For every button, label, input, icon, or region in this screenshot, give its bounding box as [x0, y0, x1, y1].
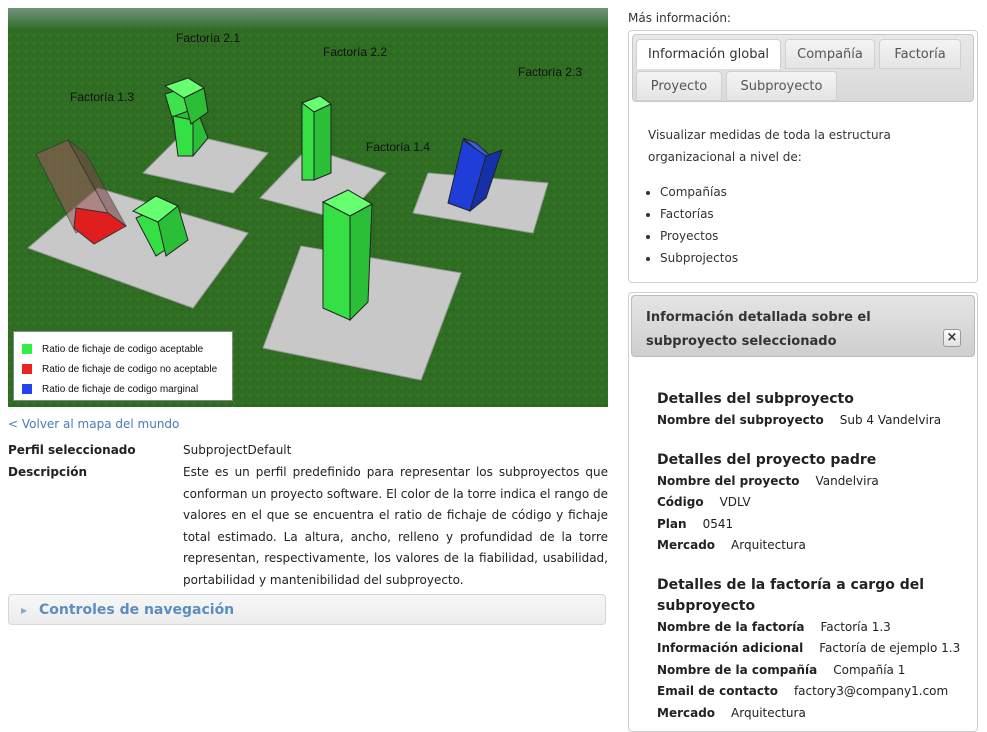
tab-subproyecto[interactable]: Subproyecto [726, 71, 837, 101]
field-label: Mercado [657, 538, 716, 552]
tab-compania[interactable]: Compañía [785, 39, 875, 69]
field-label: Mercado [657, 705, 716, 720]
legend-label: Ratio de fichaje de codigo aceptable [42, 343, 204, 355]
subproject-detail-panel: Información detallada sobre el subproyec… [628, 292, 978, 732]
profile-label: Perfil seleccionado [8, 443, 136, 457]
legend-item: Ratio de fichaje de codigo aceptable [22, 339, 224, 359]
back-to-world-map-link[interactable]: < Volver al mapa del mundo [8, 417, 179, 431]
navigation-controls-title: Controles de navegación [39, 602, 235, 618]
field-value: VDLV [719, 495, 751, 509]
list-item: Proyectos [660, 225, 738, 247]
more-info-label: Más información: [628, 11, 731, 25]
field-label: Nombre del proyecto [657, 473, 800, 488]
field-value: 0541 [702, 516, 734, 531]
navigation-controls-accordion[interactable]: ▶ Controles de navegación [8, 594, 606, 625]
profile-value: SubprojectDefault [183, 443, 292, 457]
factory-label: Factoría 1.3 [70, 90, 134, 104]
close-button[interactable]: × [943, 329, 961, 347]
factory-name-row: Nombre de la factoría Factoría 1.3 [657, 617, 937, 639]
field-value: Factoría de ejemplo 1.3 [819, 641, 961, 655]
factory-label: Factoría 2.3 [518, 65, 582, 79]
tower-green-4[interactable] [321, 189, 374, 322]
tower-green-3[interactable] [300, 95, 332, 181]
parent-market-row: Mercado Arquitectura [657, 535, 937, 557]
legend-item: Ratio de fichaje de codigo marginal [22, 379, 224, 399]
subproject-section-title: Detalles del subproyecto [657, 391, 854, 407]
factory-market-row: Mercado Arquitectura [657, 703, 937, 725]
field-value: factory3@company1.com [793, 684, 949, 698]
tab-bar: Información global Compañía Factoría Pro… [632, 34, 974, 102]
horizon [8, 8, 608, 30]
detail-title: Información detallada sobre el subproyec… [646, 310, 871, 349]
factory-label: Factoría 1.4 [366, 140, 430, 154]
field-value: Sub 4 Vandelvira [839, 413, 942, 427]
info-tabs-panel: Información global Compañía Factoría Pro… [628, 30, 978, 283]
factory-company-row: Nombre de la compañía Compañía 1 [657, 660, 937, 682]
legend-swatch [22, 384, 32, 394]
city-3d-view[interactable]: Factoría 2.1 Factoría 2.2 Factoría 2.3 F… [8, 8, 608, 407]
tab-informacion-global[interactable]: Información global [636, 39, 781, 69]
list-item: Subprojectos [660, 247, 738, 269]
scene-legend: Ratio de fichaje de codigo aceptable Rat… [13, 331, 233, 401]
field-label: Información adicional [657, 641, 804, 655]
factory-info-row: Información adicional Factoría de ejemplo… [657, 638, 960, 660]
factory-section-title: Detalles de la factoría a cargo del subp… [657, 576, 925, 614]
subproject-name-row: Nombre del subproyecto Sub 4 Vandelvira [657, 410, 941, 432]
field-value: Compañía 1 [833, 662, 906, 677]
list-item: Factorías [660, 203, 738, 225]
parent-plan-row: Plan 0541 [657, 514, 937, 536]
profile-description: Este es un perfil predefinido para repre… [183, 465, 608, 587]
field-value: Arquitectura [731, 538, 806, 552]
field-value: Arquitectura [731, 705, 806, 720]
parent-code-row: Código VDLV [657, 492, 937, 514]
detail-body: Detalles del subproyecto Nombre del subp… [657, 389, 960, 725]
legend-swatch [22, 364, 32, 374]
field-label: Código [657, 495, 704, 509]
field-label: Nombre de la factoría [657, 619, 805, 634]
expand-triangle-icon: ▶ [21, 606, 28, 615]
factory-label: Factoría 2.2 [323, 45, 387, 59]
list-item: Compañías [660, 181, 738, 203]
description-label: Descripción [8, 465, 87, 479]
field-value: Factoría 1.3 [820, 619, 891, 634]
field-label: Nombre de la compañía [657, 662, 818, 677]
tab-factoria[interactable]: Factoría [879, 39, 961, 69]
factory-email-row: Email de contacto factory3@company1.com [657, 681, 948, 703]
factory-label: Factoría 2.1 [176, 31, 240, 45]
field-label: Nombre del subproyecto [657, 413, 824, 427]
field-label: Email de contacto [657, 684, 778, 698]
tab-proyecto[interactable]: Proyecto [636, 71, 722, 101]
detail-header: Información detallada sobre el subproyec… [631, 295, 975, 357]
legend-label: Ratio de fichaje de codigo marginal [42, 383, 199, 395]
field-label: Plan [657, 516, 687, 531]
info-global-list: Compañías Factorías Proyectos Subproject… [646, 181, 738, 269]
field-value: Vandelvira [815, 473, 879, 488]
legend-item: Ratio de fichaje de codigo no aceptable [22, 359, 224, 379]
legend-swatch [22, 344, 32, 354]
legend-label: Ratio de fichaje de codigo no aceptable [42, 363, 218, 375]
parent-section-title: Detalles del proyecto padre [657, 451, 877, 468]
parent-name-row: Nombre del proyecto Vandelvira [657, 471, 937, 493]
info-global-text: Visualizar medidas de toda la estructura… [648, 128, 891, 164]
